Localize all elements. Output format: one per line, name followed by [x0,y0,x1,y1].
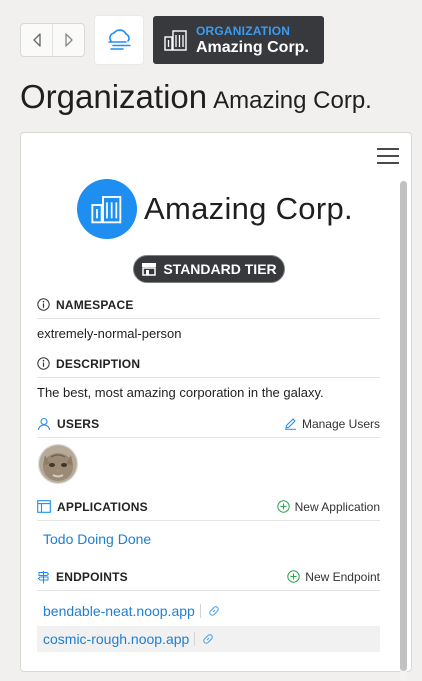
user-icon [37,417,51,430]
users-label: USERS [57,416,100,431]
link-icon[interactable] [207,604,221,618]
application-link[interactable]: Todo Doing Done [43,531,151,547]
organization-buildings-icon [164,30,187,51]
cloud-lines-icon [108,29,131,50]
users-section: USERS Manage Users [37,414,380,484]
breadcrumb[interactable]: ORGANIZATION Amazing Corp. [153,16,324,64]
applications-header: APPLICATIONS New Application [37,497,380,521]
breadcrumb-kicker: ORGANIZATION [196,23,291,38]
applications-label: APPLICATIONS [57,499,148,514]
info-icon [37,298,50,311]
new-endpoint-button[interactable]: New Endpoint [287,570,380,584]
endpoint-link[interactable]: cosmic-rough.noop.app [43,631,189,647]
endpoints-section: ENDPOINTS New Endpoint bendable-neat.noo… [37,567,380,652]
hamburger-menu-button[interactable] [377,148,399,166]
application-window-icon [37,500,51,513]
org-avatar [77,179,137,239]
namespace-label: NAMESPACE [56,297,134,312]
back-button[interactable] [21,24,52,56]
namespace-header: NAMESPACE [37,295,380,319]
org-header: Amazing Corp. [77,179,353,239]
manage-users-button[interactable]: Manage Users [284,417,380,431]
arrow-right-icon [64,33,73,47]
menu-line [377,148,399,150]
menu-line [377,155,399,157]
description-label: DESCRIPTION [56,356,141,371]
page-heading: Organization Amazing Corp. [20,78,372,116]
organization-buildings-icon [91,196,122,224]
namespace-value: extremely-normal-person [37,326,182,341]
description-header: DESCRIPTION [37,354,380,378]
endpoint-list: bendable-neat.noop.app cosmic-rough.noop… [37,598,380,652]
divider [199,604,201,618]
plus-circle-icon [276,500,290,513]
new-application-label: New Application [294,499,380,514]
forward-button[interactable] [52,24,84,56]
user-avatar[interactable] [38,444,78,484]
page-title: Organization [20,78,208,115]
organization-panel: Amazing Corp. STANDARD TIER NAMESPACE ex… [20,132,412,681]
endpoints-header: ENDPOINTS New Endpoint [37,567,380,591]
menu-line [377,162,399,164]
cat-avatar-image [39,445,77,483]
new-application-button[interactable]: New Application [276,499,380,514]
scrollbar[interactable] [400,181,407,681]
description-section: DESCRIPTION The best, most amazing corpo… [37,354,380,400]
org-name: Amazing Corp. [144,191,353,226]
breadcrumb-title: Amazing Corp. [196,38,309,56]
endpoint-signpost-icon [37,570,50,583]
info-icon [37,357,50,370]
new-endpoint-label: New Endpoint [305,569,380,584]
endpoint-link[interactable]: bendable-neat.noop.app [43,603,195,619]
arrow-left-icon [32,33,41,47]
endpoint-row: cosmic-rough.noop.app [37,626,380,652]
users-header: USERS Manage Users [37,414,380,438]
pencil-icon [284,418,296,430]
top-bar: ORGANIZATION Amazing Corp. [20,16,324,64]
endpoint-row: bendable-neat.noop.app [37,598,380,624]
applications-section: APPLICATIONS New Application Todo Doing … [37,497,380,549]
description-value: The best, most amazing corporation in th… [37,385,324,400]
history-nav [20,23,85,57]
endpoints-label: ENDPOINTS [56,569,128,584]
storefront-icon [142,263,157,276]
divider [194,632,196,646]
tier-label: STANDARD TIER [163,261,277,277]
namespace-section: NAMESPACE extremely-normal-person [37,295,380,341]
home-logo-button[interactable] [95,16,143,64]
application-list: Todo Doing Done [37,531,380,549]
plus-circle-icon [287,570,300,583]
tier-badge: STANDARD TIER [133,255,285,283]
page-subtitle: Amazing Corp. [213,87,372,114]
link-icon[interactable] [201,632,215,646]
manage-users-label: Manage Users [301,416,380,431]
scrollbar-thumb[interactable] [400,181,407,671]
